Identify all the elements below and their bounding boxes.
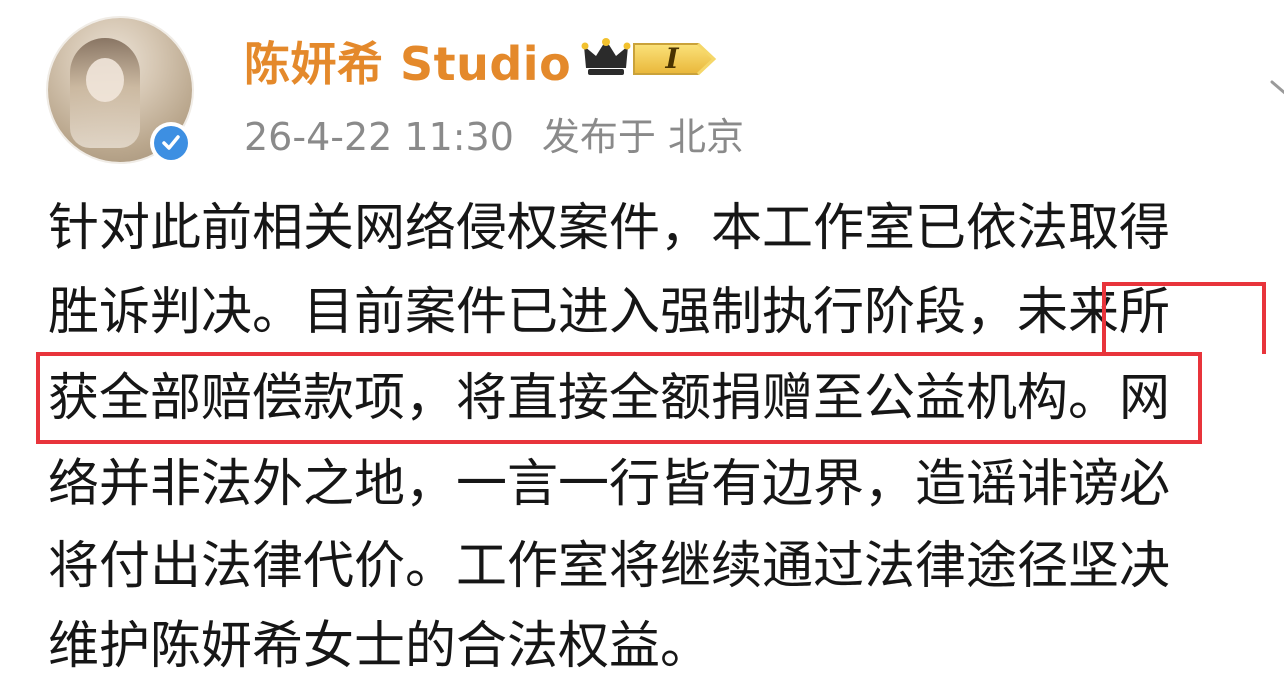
crown-icon [580, 34, 632, 78]
post-body-line: 胜诉判决。目前案件已进入强制执行阶段，未来所 [48, 283, 1171, 342]
post-body-line: 维护陈妍希女士的合法权益。 [48, 617, 712, 676]
author-name[interactable]: 陈妍希 Studio [244, 28, 571, 94]
more-menu-icon[interactable] [1266, 76, 1284, 108]
post-meta: 26-4-22 11:30 发布于 北京 [244, 106, 744, 161]
highlight-box [36, 352, 1202, 444]
post-location: 北京 [668, 115, 745, 159]
highlight-box [1102, 282, 1266, 354]
post-body-line: 络并非法外之地，一言一行皆有边界，造谣诽谤必 [48, 455, 1171, 514]
post-timestamp: 26-4-22 11:30 [244, 115, 514, 159]
post-body-line: 针对此前相关网络侵权案件，本工作室已依法取得 [48, 199, 1171, 258]
verified-check-icon [154, 126, 188, 160]
level-label: I [665, 42, 679, 75]
verified-badge [150, 122, 192, 164]
avatar-face [86, 58, 124, 102]
post-body-line: 将付出法律代价。工作室将继续通过法律途径坚决 [48, 537, 1171, 596]
location-prefix: 发布于 [541, 115, 656, 159]
